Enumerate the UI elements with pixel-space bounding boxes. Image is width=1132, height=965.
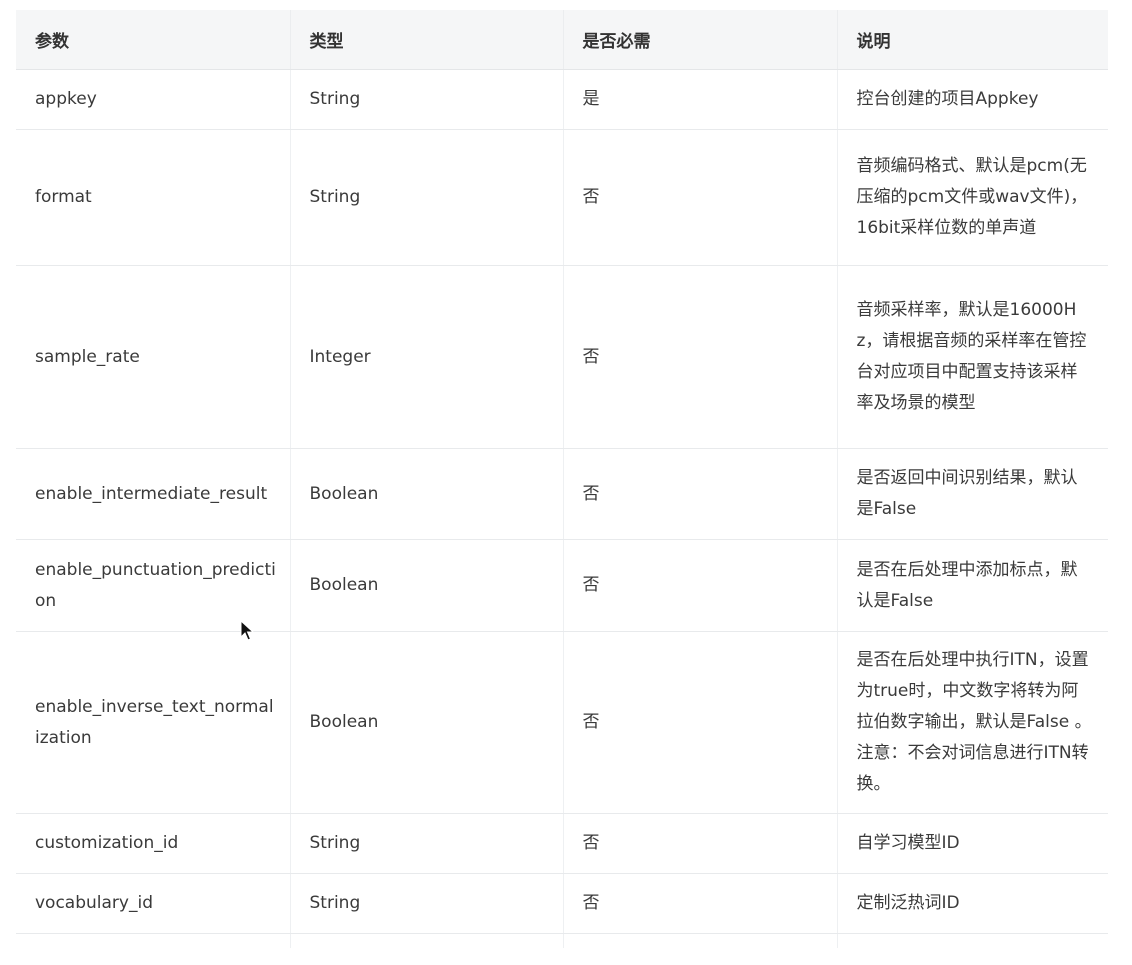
param-required: 否 bbox=[562, 265, 837, 449]
header-type: 类型 bbox=[289, 10, 563, 70]
param-description: 音频编码格式、默认是pcm(无压缩的pcm文件或wav文件)，16bit采样位数… bbox=[836, 129, 1108, 266]
param-required: 否 bbox=[562, 631, 837, 814]
param-name: customization_id bbox=[16, 813, 290, 874]
header-required: 是否必需 bbox=[562, 10, 837, 70]
param-description: 定制泛热词ID bbox=[836, 873, 1108, 934]
table-header-row: 参数 类型 是否必需 说明 bbox=[16, 10, 1108, 70]
param-description: 自学习模型ID bbox=[836, 813, 1108, 874]
header-param: 参数 bbox=[16, 10, 290, 70]
param-name: enable_intermediate_result bbox=[16, 448, 290, 540]
parameter-table: 参数 类型 是否必需 说明 appkey String 是 控台创建的项目App… bbox=[16, 10, 1108, 948]
param-type: String bbox=[289, 873, 563, 934]
param-type: String bbox=[289, 69, 563, 130]
empty-cell bbox=[289, 933, 563, 948]
param-name: enable_punctuation_prediction bbox=[16, 539, 290, 632]
param-description: 是否返回中间识别结果，默认是False bbox=[836, 448, 1108, 540]
param-description: 音频采样率，默认是16000Hz，请根据音频的采样率在管控台对应项目中配置支持该… bbox=[836, 265, 1108, 449]
empty-cell bbox=[836, 933, 1108, 948]
param-type: Boolean bbox=[289, 448, 563, 540]
param-name: format bbox=[16, 129, 290, 266]
param-name: vocabulary_id bbox=[16, 873, 290, 934]
mouse-pointer-icon bbox=[240, 620, 254, 641]
table-row: sample_rate Integer 否 音频采样率，默认是16000Hz，请… bbox=[16, 265, 1108, 449]
param-description: 是否在后处理中执行ITN，设置为true时，中文数字将转为阿拉伯数字输出，默认是… bbox=[836, 631, 1108, 814]
param-type: String bbox=[289, 813, 563, 874]
empty-cell bbox=[562, 933, 837, 948]
param-name: sample_rate bbox=[16, 265, 290, 449]
header-description: 说明 bbox=[836, 10, 1108, 70]
table-row: enable_punctuation_prediction Boolean 否 … bbox=[16, 539, 1108, 632]
empty-cell bbox=[16, 934, 290, 949]
param-required: 否 bbox=[562, 873, 837, 934]
param-description: 控台创建的项目Appkey bbox=[836, 69, 1108, 130]
parameter-table-container: 参数 类型 是否必需 说明 appkey String 是 控台创建的项目App… bbox=[16, 10, 1108, 948]
param-description: 是否在后处理中添加标点，默认是False bbox=[836, 539, 1108, 632]
param-required: 否 bbox=[562, 813, 837, 874]
param-name: appkey bbox=[16, 69, 290, 130]
param-required: 否 bbox=[562, 539, 837, 632]
param-required: 否 bbox=[562, 448, 837, 540]
table-row: enable_intermediate_result Boolean 否 是否返… bbox=[16, 448, 1108, 540]
param-type: Boolean bbox=[289, 631, 563, 814]
table-row: appkey String 是 控台创建的项目Appkey bbox=[16, 69, 1108, 130]
param-type: Integer bbox=[289, 265, 563, 449]
table-row: format String 否 音频编码格式、默认是pcm(无压缩的pcm文件或… bbox=[16, 129, 1108, 266]
table-row: enable_inverse_text_normalization Boolea… bbox=[16, 631, 1108, 814]
param-required: 否 bbox=[562, 129, 837, 266]
param-type: Boolean bbox=[289, 539, 563, 632]
table-row: customization_id String 否 自学习模型ID bbox=[16, 813, 1108, 874]
param-type: String bbox=[289, 129, 563, 266]
param-required: 是 bbox=[562, 69, 837, 130]
table-row: vocabulary_id String 否 定制泛热词ID bbox=[16, 873, 1108, 934]
param-name: enable_inverse_text_normalization bbox=[16, 631, 290, 814]
table-row-partial bbox=[16, 933, 1108, 949]
